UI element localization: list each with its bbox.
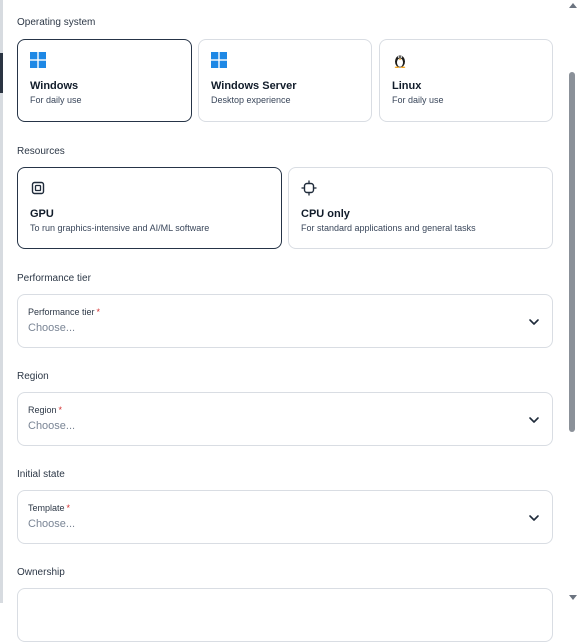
region-placeholder: Choose... bbox=[28, 420, 76, 432]
section-label-performance: Performance tier bbox=[17, 273, 91, 284]
os-option-subtitle: For daily use bbox=[392, 95, 444, 105]
resource-option-gpu[interactable]: GPU To run graphics-intensive and AI/ML … bbox=[17, 167, 282, 249]
cpu-chip-icon bbox=[301, 180, 317, 196]
scroll-down-arrow-icon[interactable] bbox=[569, 595, 577, 600]
section-label-region: Region bbox=[17, 371, 49, 382]
chevron-down-icon bbox=[529, 515, 539, 521]
section-label-ownership: Ownership bbox=[17, 567, 65, 578]
os-option-title: Linux bbox=[392, 80, 422, 92]
ownership-select[interactable] bbox=[17, 588, 553, 642]
resource-option-subtitle: For standard applications and general ta… bbox=[301, 223, 476, 233]
resource-option-subtitle: To run graphics-intensive and AI/ML soft… bbox=[30, 223, 210, 233]
performance-tier-field-label: Performance tier * bbox=[28, 307, 101, 317]
os-option-linux[interactable]: Linux For daily use bbox=[379, 39, 553, 122]
template-select[interactable]: Template * Choose... bbox=[17, 490, 553, 544]
os-option-title: Windows bbox=[30, 80, 79, 92]
scrollbar-thumb[interactable] bbox=[569, 72, 575, 432]
scroll-up-arrow-icon[interactable] bbox=[569, 3, 577, 8]
os-option-windows[interactable]: Windows For daily use bbox=[17, 39, 192, 122]
window-left-edge bbox=[0, 0, 3, 603]
required-marker: * bbox=[96, 307, 101, 317]
gpu-chip-icon bbox=[31, 181, 45, 195]
windows-icon bbox=[30, 52, 46, 68]
performance-tier-select[interactable]: Performance tier * Choose... bbox=[17, 294, 553, 348]
section-label-resources: Resources bbox=[17, 146, 65, 157]
resource-option-title: GPU bbox=[30, 208, 54, 220]
template-field-label: Template * bbox=[28, 503, 71, 513]
performance-tier-placeholder: Choose... bbox=[28, 322, 76, 334]
os-option-subtitle: For daily use bbox=[30, 95, 82, 105]
section-label-os: Operating system bbox=[17, 17, 96, 28]
required-marker: * bbox=[58, 405, 63, 415]
os-option-windows-server[interactable]: Windows Server Desktop experience bbox=[198, 39, 372, 122]
template-placeholder: Choose... bbox=[28, 518, 76, 530]
resource-option-cpu[interactable]: CPU only For standard applications and g… bbox=[288, 167, 553, 249]
os-option-title: Windows Server bbox=[211, 80, 297, 92]
required-marker: * bbox=[66, 503, 71, 513]
linux-penguin-icon bbox=[394, 55, 406, 69]
region-field-label: Region * bbox=[28, 405, 63, 415]
os-option-subtitle: Desktop experience bbox=[211, 95, 291, 105]
chevron-down-icon bbox=[529, 319, 539, 325]
region-select[interactable]: Region * Choose... bbox=[17, 392, 553, 446]
section-label-initial-state: Initial state bbox=[17, 469, 65, 480]
windows-icon bbox=[211, 52, 227, 68]
resource-option-title: CPU only bbox=[301, 208, 350, 220]
chevron-down-icon bbox=[529, 417, 539, 423]
vertical-scrollbar[interactable] bbox=[566, 0, 578, 603]
